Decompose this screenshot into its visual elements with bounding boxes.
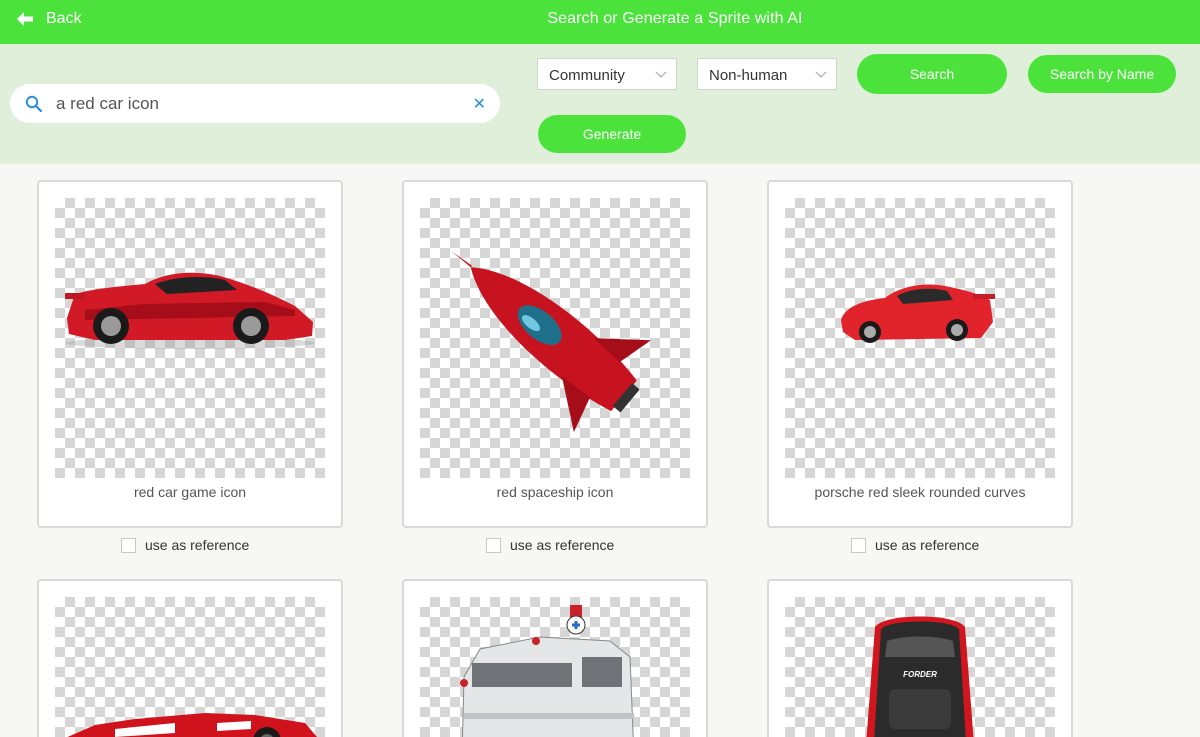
reference-checkbox[interactable] bbox=[121, 537, 136, 553]
result-caption: red car game icon bbox=[133, 484, 247, 500]
reference-option[interactable]: use as reference bbox=[851, 537, 979, 553]
ambulance-truck-image bbox=[460, 605, 634, 737]
red-sports-car-image bbox=[65, 272, 315, 349]
result-card[interactable]: porsche red sleek rounded curves bbox=[767, 180, 1073, 528]
red-spaceship-image bbox=[451, 251, 652, 433]
reference-label: use as reference bbox=[510, 537, 615, 553]
black-car-top-view-image: FORDER bbox=[866, 616, 974, 737]
header-bar: Back Search or Generate a Sprite with AI bbox=[0, 0, 1200, 44]
search-icon bbox=[25, 95, 43, 113]
result-card[interactable] bbox=[37, 579, 343, 737]
reference-label: use as reference bbox=[875, 537, 980, 553]
result-card[interactable]: red car game icon bbox=[37, 180, 343, 528]
reference-checkbox[interactable] bbox=[486, 537, 501, 553]
sprite-thumbnail: FORDER bbox=[785, 597, 1055, 737]
source-select[interactable]: Community bbox=[537, 58, 677, 90]
search-button[interactable]: Search bbox=[857, 54, 1007, 94]
reference-label: use as reference bbox=[145, 537, 250, 553]
reference-option[interactable]: use as reference bbox=[486, 537, 614, 553]
sprite-thumbnail bbox=[420, 198, 690, 478]
result-card[interactable] bbox=[402, 579, 708, 737]
chevron-down-icon bbox=[655, 71, 667, 78]
page-title: Search or Generate a Sprite with AI bbox=[547, 10, 803, 27]
sprite-thumbnail bbox=[55, 198, 325, 478]
search-box: ✕ bbox=[10, 84, 500, 123]
result-caption: porsche red sleek rounded curves bbox=[814, 484, 1026, 500]
result-card[interactable]: FORDER bbox=[767, 579, 1073, 737]
car-badge-text: FORDER bbox=[903, 670, 937, 679]
clear-search-icon[interactable]: ✕ bbox=[473, 94, 486, 114]
red-porsche-image bbox=[841, 284, 995, 343]
reference-checkbox[interactable] bbox=[851, 537, 866, 553]
search-by-name-button[interactable]: Search by Name bbox=[1028, 55, 1176, 93]
result-card[interactable]: red spaceship icon bbox=[402, 180, 708, 528]
red-race-car-image bbox=[67, 713, 317, 737]
reference-option[interactable]: use as reference bbox=[121, 537, 249, 553]
source-select-value: Community bbox=[549, 67, 625, 84]
chevron-down-icon bbox=[815, 71, 827, 78]
search-toolbar: ✕ Community Non-human Search Search by N… bbox=[0, 44, 1200, 164]
generate-button[interactable]: Generate bbox=[538, 115, 686, 153]
sprite-thumbnail bbox=[55, 597, 325, 737]
sprite-thumbnail bbox=[785, 198, 1055, 478]
type-select[interactable]: Non-human bbox=[697, 58, 837, 90]
search-input[interactable] bbox=[56, 93, 456, 115]
sprite-thumbnail bbox=[420, 597, 690, 737]
type-select-value: Non-human bbox=[709, 67, 788, 84]
result-caption: red spaceship icon bbox=[496, 484, 614, 500]
